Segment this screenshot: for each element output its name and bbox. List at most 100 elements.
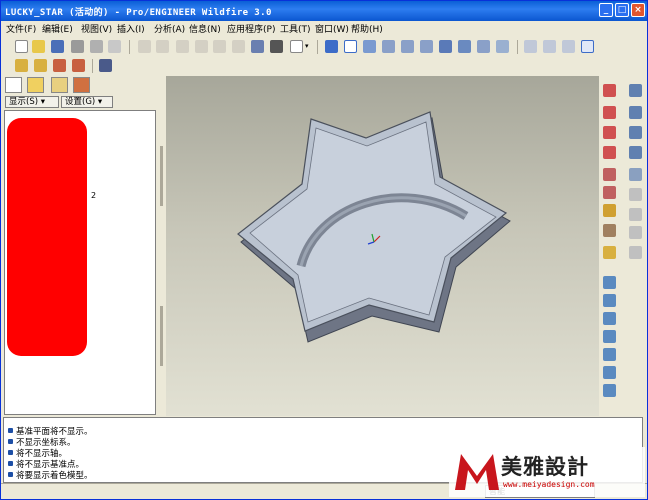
hole-tool-icon[interactable] [603, 312, 616, 325]
menu-window[interactable]: 窗口(W) [315, 22, 349, 35]
spin-center-icon[interactable] [344, 40, 357, 53]
info-bullet-icon [8, 472, 13, 477]
menu-info[interactable]: 信息(N) [189, 22, 221, 35]
layers-icon[interactable] [477, 40, 490, 53]
context-help-icon[interactable] [99, 59, 112, 72]
spline-tool-icon[interactable] [603, 146, 616, 159]
trim-tool-icon[interactable] [629, 226, 642, 239]
wireframe-icon[interactable] [524, 40, 537, 53]
paste-icon[interactable] [213, 40, 226, 53]
minimize-button[interactable]: _ [599, 3, 613, 17]
palette-tool-icon[interactable] [603, 246, 616, 259]
menu-file[interactable]: 文件(F) [6, 22, 36, 35]
reorient-icon[interactable] [439, 40, 452, 53]
coordinate-tool-icon[interactable] [629, 168, 642, 181]
offset-tool-icon[interactable] [603, 186, 616, 199]
splitter-grip[interactable] [160, 146, 163, 206]
point-tool-icon[interactable] [603, 168, 616, 181]
shading-icon[interactable] [581, 40, 594, 53]
redo-icon[interactable] [156, 40, 169, 53]
datum-axis-display-icon[interactable] [34, 59, 47, 72]
folder-browser-tab-icon[interactable] [27, 77, 44, 93]
open-folder-icon[interactable] [32, 40, 45, 53]
menu-help[interactable]: 帮助(H) [351, 22, 383, 35]
show-dropdown[interactable]: 显示(S) ▾ [5, 96, 59, 108]
chevron-down-icon[interactable]: ▾ [305, 40, 313, 53]
copy-icon[interactable] [195, 40, 208, 53]
model-inner-face [249, 121, 497, 323]
datum-display-toolbar [1, 57, 601, 75]
sketch-tool-icon[interactable] [603, 84, 616, 97]
feature-toolbar [599, 76, 647, 416]
send-mail-icon[interactable] [90, 40, 103, 53]
save-icon[interactable] [51, 40, 64, 53]
close-button[interactable]: × [631, 3, 645, 17]
no-hidden-icon[interactable] [562, 40, 575, 53]
shell-tool-icon[interactable] [603, 330, 616, 343]
cut-icon[interactable] [176, 40, 189, 53]
extrude-tool-icon[interactable] [603, 276, 616, 289]
window-title: LUCKY_STAR (活动的) - Pro/ENGINEER Wildfire… [5, 8, 272, 18]
selection-filter-icon[interactable] [290, 40, 303, 53]
modify-tool-icon[interactable] [603, 224, 616, 237]
revolve-tool-icon[interactable] [603, 294, 616, 307]
zoom-out-icon[interactable] [401, 40, 414, 53]
menu-tools[interactable]: 工具(T) [280, 22, 311, 35]
regenerate-icon[interactable] [251, 40, 264, 53]
menu-edit[interactable]: 编辑(E) [42, 22, 73, 35]
message-line: 将要显示着色模型。 [8, 469, 93, 481]
info-bullet-icon [8, 461, 13, 466]
send-link-icon[interactable] [108, 40, 121, 53]
menu-applications[interactable]: 应用程序(P) [227, 22, 275, 35]
settings-dropdown[interactable]: 设置(G) ▾ [61, 96, 113, 108]
undo-icon[interactable] [138, 40, 151, 53]
hidden-line-icon[interactable] [543, 40, 556, 53]
model-tree-highlight[interactable] [7, 118, 87, 356]
toolbar-separator [517, 40, 518, 54]
orient-mode-icon[interactable] [363, 40, 376, 53]
menu-analysis[interactable]: 分析(A) [154, 22, 185, 35]
menu-view[interactable]: 视图(V) [81, 22, 112, 35]
datum-curve-tool-icon[interactable] [629, 126, 642, 139]
rib-tool-icon[interactable] [603, 348, 616, 361]
model-tree-tab-icon[interactable] [5, 77, 22, 93]
watermark-url: www.meiyadesign.com [503, 480, 595, 489]
panel-splitter[interactable] [158, 76, 166, 416]
datum-plane-tool-icon[interactable] [629, 84, 642, 97]
star-tray-model[interactable] [166, 76, 599, 416]
view-manager-icon[interactable] [496, 40, 509, 53]
mirror-tool-icon[interactable] [629, 208, 642, 221]
rectangle-tool-icon[interactable] [603, 106, 616, 119]
paste-special-icon[interactable] [232, 40, 245, 53]
draft-tool-icon[interactable] [603, 366, 616, 379]
datum-plane-display-icon[interactable] [15, 59, 28, 72]
splitter-grip[interactable] [160, 306, 163, 366]
round-tool-icon[interactable] [603, 384, 616, 397]
coordinate-system-display-icon[interactable] [72, 59, 85, 72]
tree-marker: 2 [91, 191, 97, 200]
dimension-tool-icon[interactable] [603, 204, 616, 217]
datum-point-display-icon[interactable] [53, 59, 66, 72]
refit-icon[interactable] [420, 40, 433, 53]
saved-views-icon[interactable] [458, 40, 471, 53]
analysis-tool-icon[interactable] [629, 188, 642, 201]
connections-tab-icon[interactable] [73, 77, 90, 93]
datum-axis-tool-icon[interactable] [629, 106, 642, 119]
navigator-tabs [3, 76, 158, 94]
title-bar: LUCKY_STAR (活动的) - Pro/ENGINEER Wildfire… [1, 1, 647, 21]
zoom-in-icon[interactable] [382, 40, 395, 53]
find-icon[interactable] [270, 40, 283, 53]
toolbar-separator [129, 40, 130, 54]
table-tool-icon[interactable] [629, 246, 642, 259]
datum-point-tool-icon[interactable] [629, 146, 642, 159]
line-tool-icon[interactable] [603, 126, 616, 139]
print-icon[interactable] [71, 40, 84, 53]
maximize-button[interactable]: □ [615, 3, 629, 17]
repaint-icon[interactable] [325, 40, 338, 53]
graphics-viewport[interactable] [166, 76, 599, 416]
menu-insert[interactable]: 插入(I) [117, 22, 145, 35]
watermark-brand: 美雅設計 [501, 455, 589, 479]
new-file-icon[interactable] [15, 40, 28, 53]
favorites-tab-icon[interactable] [51, 77, 68, 93]
model-tree[interactable]: 2 [4, 110, 156, 415]
